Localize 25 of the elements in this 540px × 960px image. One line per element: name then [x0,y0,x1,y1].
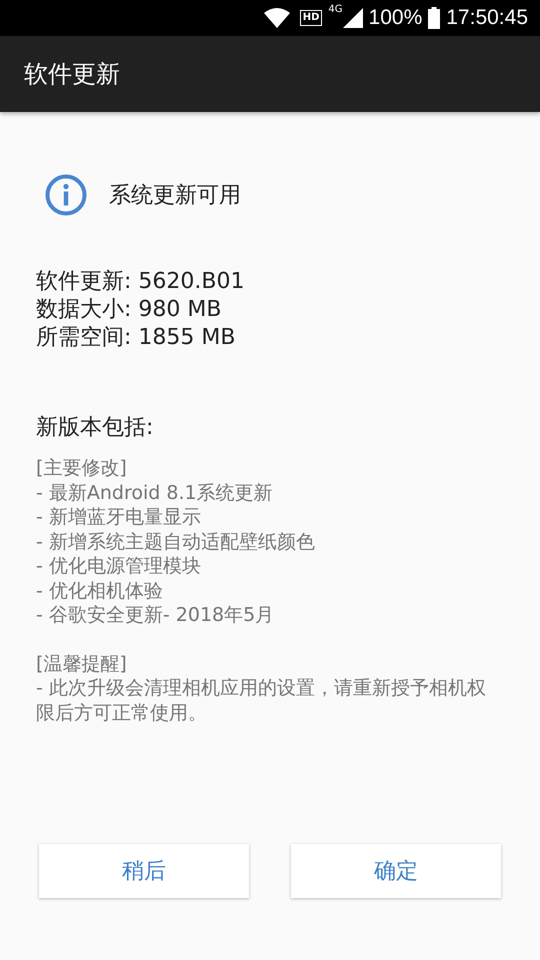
battery-icon [428,7,440,29]
hd-badge: HD [300,10,322,26]
detail-line: 软件更新: 5620.B01 [36,268,246,296]
notice-title: 系统更新可用 [109,182,241,210]
battery-percent: 100% [368,6,422,30]
wifi-icon [264,8,290,28]
changelog-item: - 最新Android 8.1系统更新 [36,480,274,505]
section-title: [主要修改] [36,456,128,480]
changelog-item: - 优化电源管理模块 [36,554,202,578]
changelog-item: - 此次升级会清理相机应用的设置，请重新授予相机权限后方可正常使用。 [36,676,487,725]
info-icon [45,174,87,216]
changelog-item: - 优化相机体验 [36,578,164,603]
changelog-item: - 新增系统主题自动适配壁纸颜色 [36,530,316,554]
network-type: 4G [328,4,343,15]
changelog-item: - 新增蓝牙电量显示 [36,505,202,530]
later-button[interactable]: 稍后 [39,844,249,898]
clock: 17:50:45 [446,6,528,30]
changelog-item: - 谷歌安全更新- 2018年5月 [36,603,276,628]
confirm-button[interactable]: 确定 [291,844,501,898]
detail-line: 数据大小: 980 MB [36,296,222,324]
changelog-heading: 新版本包括: [36,414,154,442]
section-title: [温馨提醒] [36,652,128,676]
screen-title: 软件更新 [24,59,120,90]
signal-icon [342,8,363,28]
detail-line: 所需空间: 1855 MB [36,324,236,352]
